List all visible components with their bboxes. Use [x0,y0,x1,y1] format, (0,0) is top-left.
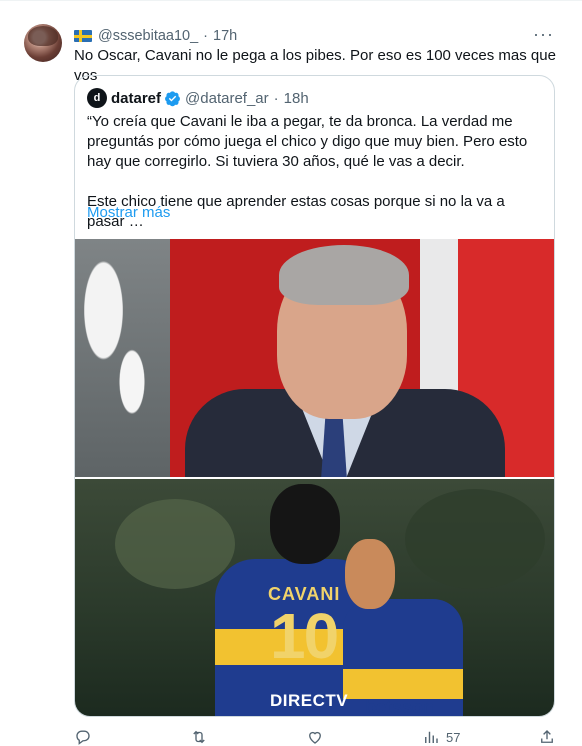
reply-button[interactable] [74,728,98,746]
retweet-icon [193,730,205,744]
quoted-avatar[interactable]: d [87,88,107,108]
quoted-tweet[interactable]: d dataref @dataref_ar · 18h “Yo creía qu… [74,75,555,717]
quoted-author-name[interactable]: dataref [111,90,161,107]
sweden-flag-icon [74,30,92,42]
avatar[interactable] [24,24,62,62]
share-icon [541,730,553,743]
show-more-link[interactable]: Mostrar más [87,204,170,221]
player-hair [270,484,340,564]
background-map-graphic [75,239,170,477]
separator-dot: · [203,28,209,44]
heart-icon [309,731,321,744]
jersey-sponsor: DIRECTV [270,691,349,710]
background-blur [405,489,545,589]
background-blur [115,499,235,589]
separator-dot: · [273,89,279,107]
tweet-time[interactable]: 17h [213,28,237,44]
views-button[interactable]: 57 [422,728,460,746]
media-image-commentator[interactable] [75,239,554,477]
reply-icon [76,730,90,745]
verified-badge-icon [165,90,180,106]
author-handle[interactable]: @sssebitaa10_ [98,28,198,44]
more-options-icon[interactable]: ··· [533,24,554,45]
media-image-players[interactable]: CAVANI 10 DIRECTV betsson [75,479,554,717]
jersey-sponsor: betsson [365,697,435,717]
views-chart-icon [425,731,438,743]
jersey2-stripe [343,669,463,699]
hair-shape [279,245,409,305]
retweet-button[interactable] [190,728,214,746]
share-button[interactable] [538,728,556,746]
quoted-author-handle[interactable]: @dataref_ar [185,90,269,107]
tweet-actions: 57 [74,728,564,746]
tweet[interactable]: @sssebitaa10_ · 17h ··· No Oscar, Cavani… [0,0,582,746]
player2-head [345,539,395,609]
tweet-header: @sssebitaa10_ · 17h [74,26,237,46]
jersey-number: 10 [270,600,339,672]
quoted-tweet-header: d dataref @dataref_ar · 18h [87,88,309,108]
avatar-image [28,26,58,46]
views-count: 57 [446,729,461,745]
media-grid: CAVANI 10 DIRECTV betsson [75,239,554,717]
quoted-tweet-time[interactable]: 18h [284,90,309,107]
like-button[interactable] [306,728,330,746]
